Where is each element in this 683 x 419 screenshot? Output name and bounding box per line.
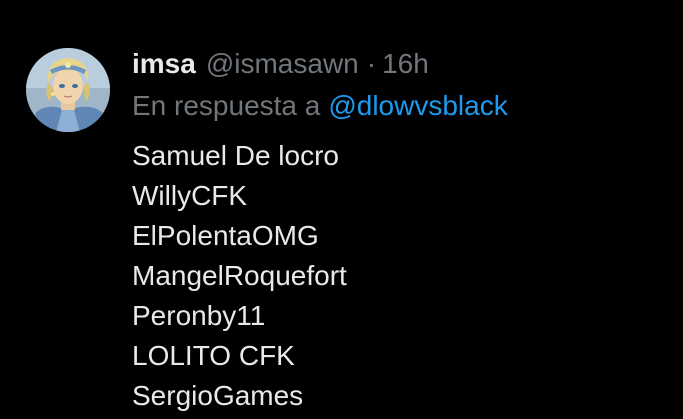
header-separator: · — [366, 48, 377, 79]
tweet-body-line: Peronby11 — [132, 300, 266, 331]
avatar-illustration-icon — [26, 48, 110, 132]
tweet-header: imsa @ismasawn · 16h — [132, 44, 673, 84]
tweet-reply[interactable]: imsa @ismasawn · 16h En respuesta a @dlo… — [0, 0, 683, 419]
tweet-body-line: WillyCFK — [132, 180, 248, 211]
author-display-name[interactable]: imsa — [132, 48, 196, 80]
tweet-body-line: LOLITO CFK — [132, 340, 295, 371]
tweet-body-line: Samuel De locro — [132, 140, 339, 171]
reply-context: En respuesta a @dlowvsblack — [132, 84, 673, 128]
tweet-content: imsa @ismasawn · 16h En respuesta a @dlo… — [132, 44, 673, 416]
reply-mention-link[interactable]: @dlowvsblack — [328, 90, 507, 122]
tweet-body-line: MangelRoquefort — [132, 260, 347, 291]
reply-prefix-label: En respuesta a — [132, 90, 321, 121]
user-avatar[interactable] — [26, 48, 110, 132]
tweet-body-line: SergioGames — [132, 380, 304, 411]
tweet-body-line: ElPolentaOMG — [132, 220, 319, 251]
tweet-body: Samuel De locro WillyCFK ElPolentaOMG Ma… — [132, 136, 673, 416]
tweet-timestamp[interactable]: 16h — [382, 48, 429, 80]
author-handle[interactable]: @ismasawn — [206, 48, 359, 80]
